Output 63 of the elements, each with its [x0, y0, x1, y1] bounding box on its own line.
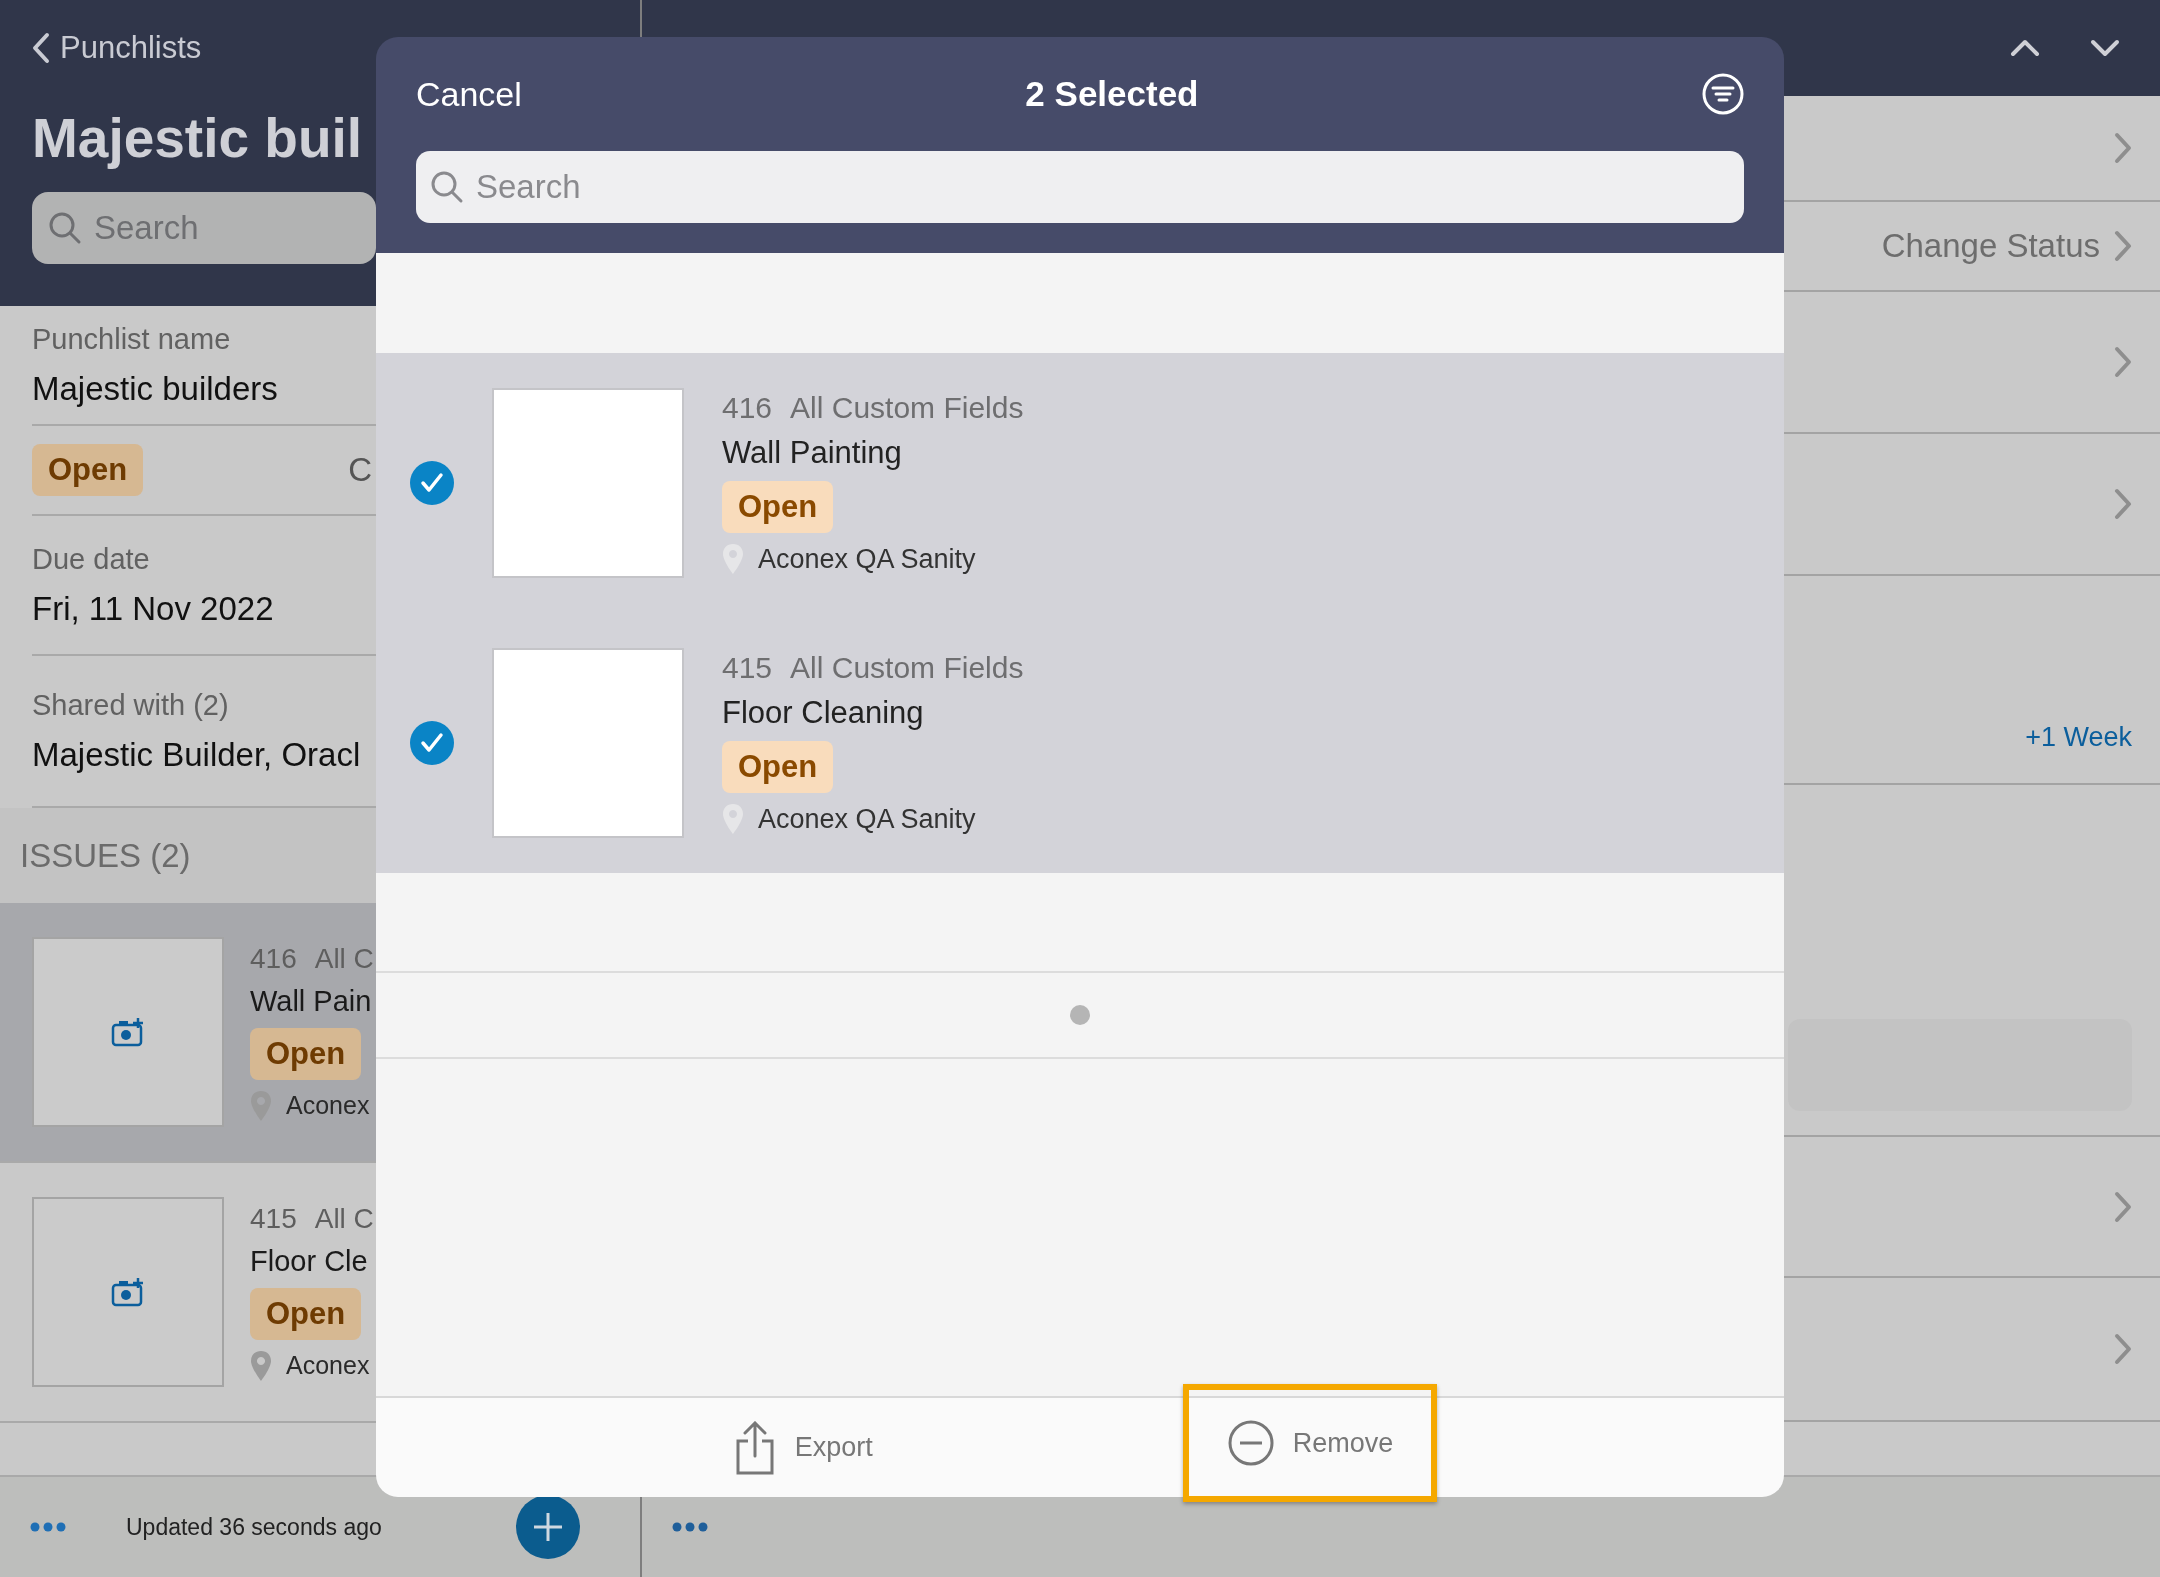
checkbox[interactable] [410, 721, 454, 765]
search-field[interactable]: Search [416, 151, 1744, 223]
modal-title: 2 Selected [1025, 74, 1199, 114]
minus-circle-icon [1226, 1419, 1275, 1467]
search-icon [430, 170, 464, 204]
chevron-right-icon [2114, 346, 2132, 378]
issue-type: All Custom Fields [790, 651, 1024, 685]
issue-number: 416 [722, 391, 773, 425]
chevron-right-icon [2114, 132, 2132, 164]
back-link[interactable]: Punchlists [32, 30, 202, 66]
status-badge: Open [250, 1287, 362, 1340]
issue-name: Wall Pain [250, 984, 373, 1018]
search-icon [48, 211, 82, 245]
status-badge: Open [722, 741, 834, 793]
row-label[interactable]: Change Status [1881, 227, 2100, 265]
status-badge: Open [250, 1027, 362, 1080]
chevron-up-icon[interactable] [2010, 39, 2040, 57]
update-status: Updated 36 seconds ago [126, 1513, 382, 1541]
chevron-right-icon [2114, 1333, 2132, 1365]
more-icon[interactable] [672, 1522, 708, 1532]
issue-number: 415 [250, 1202, 297, 1235]
chevron-right-icon [2114, 1190, 2132, 1223]
field-label: Due date [32, 542, 151, 576]
issue-location: Aconex QA Sanity [758, 803, 976, 835]
chevron-right-icon [2114, 230, 2132, 262]
status-badge: Open [32, 444, 144, 496]
add-photo-icon[interactable] [111, 1017, 145, 1047]
issue-type: All C [314, 942, 374, 975]
filter-icon[interactable] [1702, 73, 1744, 115]
issue-name: Floor Cleaning [722, 695, 925, 731]
cancel-button[interactable]: Cancel [416, 74, 522, 114]
issue-location: Aconex [286, 1351, 370, 1380]
back-chevron-icon [32, 32, 50, 64]
issue-row[interactable]: 416 All C Wall Pain Open Aconex [0, 903, 376, 1163]
field-value: C [348, 451, 372, 489]
remove-button[interactable]: Remove [1182, 1384, 1438, 1502]
page-title: Majestic buil [32, 106, 364, 170]
status-badge: Open [722, 481, 834, 533]
checkbox[interactable] [410, 461, 454, 505]
search-field[interactable]: Search [32, 192, 376, 264]
issue-location: Aconex [286, 1091, 370, 1120]
issue-type: All C [314, 1202, 374, 1235]
issue-number: 415 [722, 651, 773, 685]
issue-location: Aconex QA Sanity [758, 543, 976, 575]
location-pin-icon [250, 1349, 272, 1382]
add-photo-icon[interactable] [111, 1277, 145, 1307]
export-button[interactable]: Export [722, 1398, 883, 1497]
date-shortcut-link[interactable]: +1 Week [2025, 722, 2132, 753]
issue-number: 416 [250, 942, 297, 975]
issue-name: Wall Painting [722, 435, 903, 471]
field-label: Punchlist name [32, 322, 232, 356]
issue-name: Floor Cle [250, 1244, 369, 1278]
field-value: Majestic Builder, Oracl [32, 735, 362, 774]
section-title: ISSUES (2) [20, 836, 191, 875]
loading-dot-icon [1070, 1005, 1090, 1025]
issue-type: All Custom Fields [790, 391, 1024, 425]
plus-icon [533, 1512, 563, 1542]
more-icon[interactable] [30, 1522, 66, 1532]
field-value: Fri, 11 Nov 2022 [32, 589, 275, 628]
field-label: Shared with (2) [32, 688, 230, 722]
chevron-down-icon[interactable] [2090, 39, 2120, 57]
chevron-right-icon [2114, 488, 2132, 520]
field-value: Majestic builders [32, 369, 279, 408]
